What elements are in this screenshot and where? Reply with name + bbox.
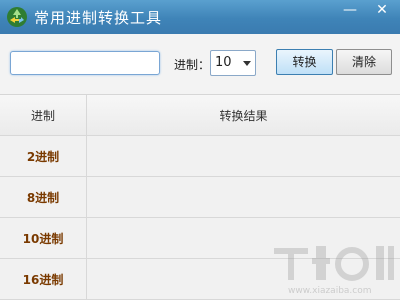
row-base-cell: 10进制 (0, 218, 87, 258)
minimize-button[interactable]: — (336, 0, 364, 22)
row-base-label: 2进制 (26, 149, 60, 164)
value-input[interactable] (10, 51, 160, 75)
toolbar: 进制： 10 转换 清除 (0, 34, 400, 95)
row-base-label: 8进制 (26, 190, 60, 205)
results-table: 进制 转换结果 2进制 8进制 10进制 16进制 (0, 95, 400, 300)
row-base-label: 10进制 (22, 231, 64, 246)
close-button[interactable]: ✕ (368, 0, 396, 22)
header-base: 进制 (0, 95, 87, 135)
recycle-leaf-icon (7, 7, 27, 27)
row-result-cell[interactable] (87, 136, 400, 176)
app-window: 常用进制转换工具 — ✕ 进制： 10 转换 清除 进制 转换结果 2进制 8进… (0, 0, 400, 300)
row-base-cell: 8进制 (0, 177, 87, 217)
header-result-label: 转换结果 (219, 108, 268, 123)
base-select[interactable]: 10 (210, 50, 256, 76)
title-bar[interactable]: 常用进制转换工具 — ✕ (0, 0, 400, 34)
window-title: 常用进制转换工具 (34, 9, 163, 27)
table-header: 进制 转换结果 (0, 95, 400, 136)
base-label: 进制： (174, 58, 211, 72)
chevron-down-icon[interactable] (243, 61, 251, 66)
row-result-cell[interactable] (87, 218, 400, 258)
table-row[interactable]: 16进制 (0, 259, 400, 300)
row-result-cell[interactable] (87, 177, 400, 217)
convert-button[interactable]: 转换 (276, 49, 333, 75)
row-base-cell: 2进制 (0, 136, 87, 176)
row-base-label: 16进制 (22, 272, 64, 287)
row-base-cell: 16进制 (0, 259, 87, 299)
clear-button[interactable]: 清除 (336, 49, 392, 75)
header-base-label: 进制 (30, 108, 55, 123)
row-result-cell[interactable] (87, 259, 400, 299)
table-row[interactable]: 10进制 (0, 218, 400, 259)
table-row[interactable]: 8进制 (0, 177, 400, 218)
table-row[interactable]: 2进制 (0, 136, 400, 177)
header-result: 转换结果 (87, 95, 400, 135)
base-select-value: 10 (215, 55, 232, 70)
